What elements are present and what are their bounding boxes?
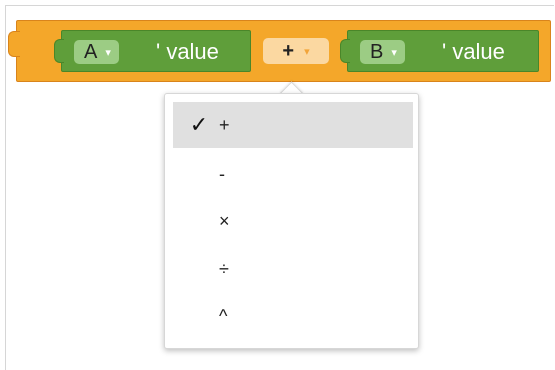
operator-dropdown[interactable]: + ▾	[263, 38, 329, 64]
arithmetic-block[interactable]: A ▾ ' value + ▾ B ▾ ' value	[8, 20, 551, 82]
menu-item-power[interactable]: ^	[173, 293, 413, 339]
menu-item-multiply[interactable]: ×	[173, 198, 413, 244]
menu-item-minus[interactable]: -	[173, 151, 413, 197]
right-variable-name: B	[370, 40, 384, 63]
menu-item-label: ×	[219, 210, 230, 231]
value-block-connector	[340, 39, 350, 63]
operator-menu: ✓ + - × ÷ ^	[164, 93, 419, 349]
menu-item-plus[interactable]: ✓ +	[173, 102, 413, 148]
right-variable-dropdown[interactable]: B ▾	[360, 40, 405, 64]
chevron-down-icon: ▾	[105, 46, 111, 59]
block-output-connector	[8, 31, 20, 57]
left-variable-dropdown[interactable]: A ▾	[74, 40, 119, 64]
menu-item-label: -	[219, 163, 225, 184]
left-value-block[interactable]: A ▾ ' value	[54, 30, 251, 72]
right-value-block[interactable]: B ▾ ' value	[340, 30, 539, 72]
menu-item-label: ÷	[219, 258, 229, 279]
menu-item-label: ^	[219, 305, 228, 326]
right-value-label: ' value	[442, 39, 505, 64]
menu-item-divide[interactable]: ÷	[173, 246, 413, 292]
checkmark-icon: ✓	[189, 112, 209, 137]
value-block-connector	[54, 39, 64, 63]
operator-label: +	[282, 39, 295, 62]
left-variable-name: A	[84, 40, 98, 63]
left-value-label: ' value	[156, 39, 219, 64]
chevron-down-icon: ▾	[304, 45, 310, 58]
chevron-down-icon: ▾	[391, 46, 397, 59]
menu-item-label: +	[219, 114, 230, 135]
